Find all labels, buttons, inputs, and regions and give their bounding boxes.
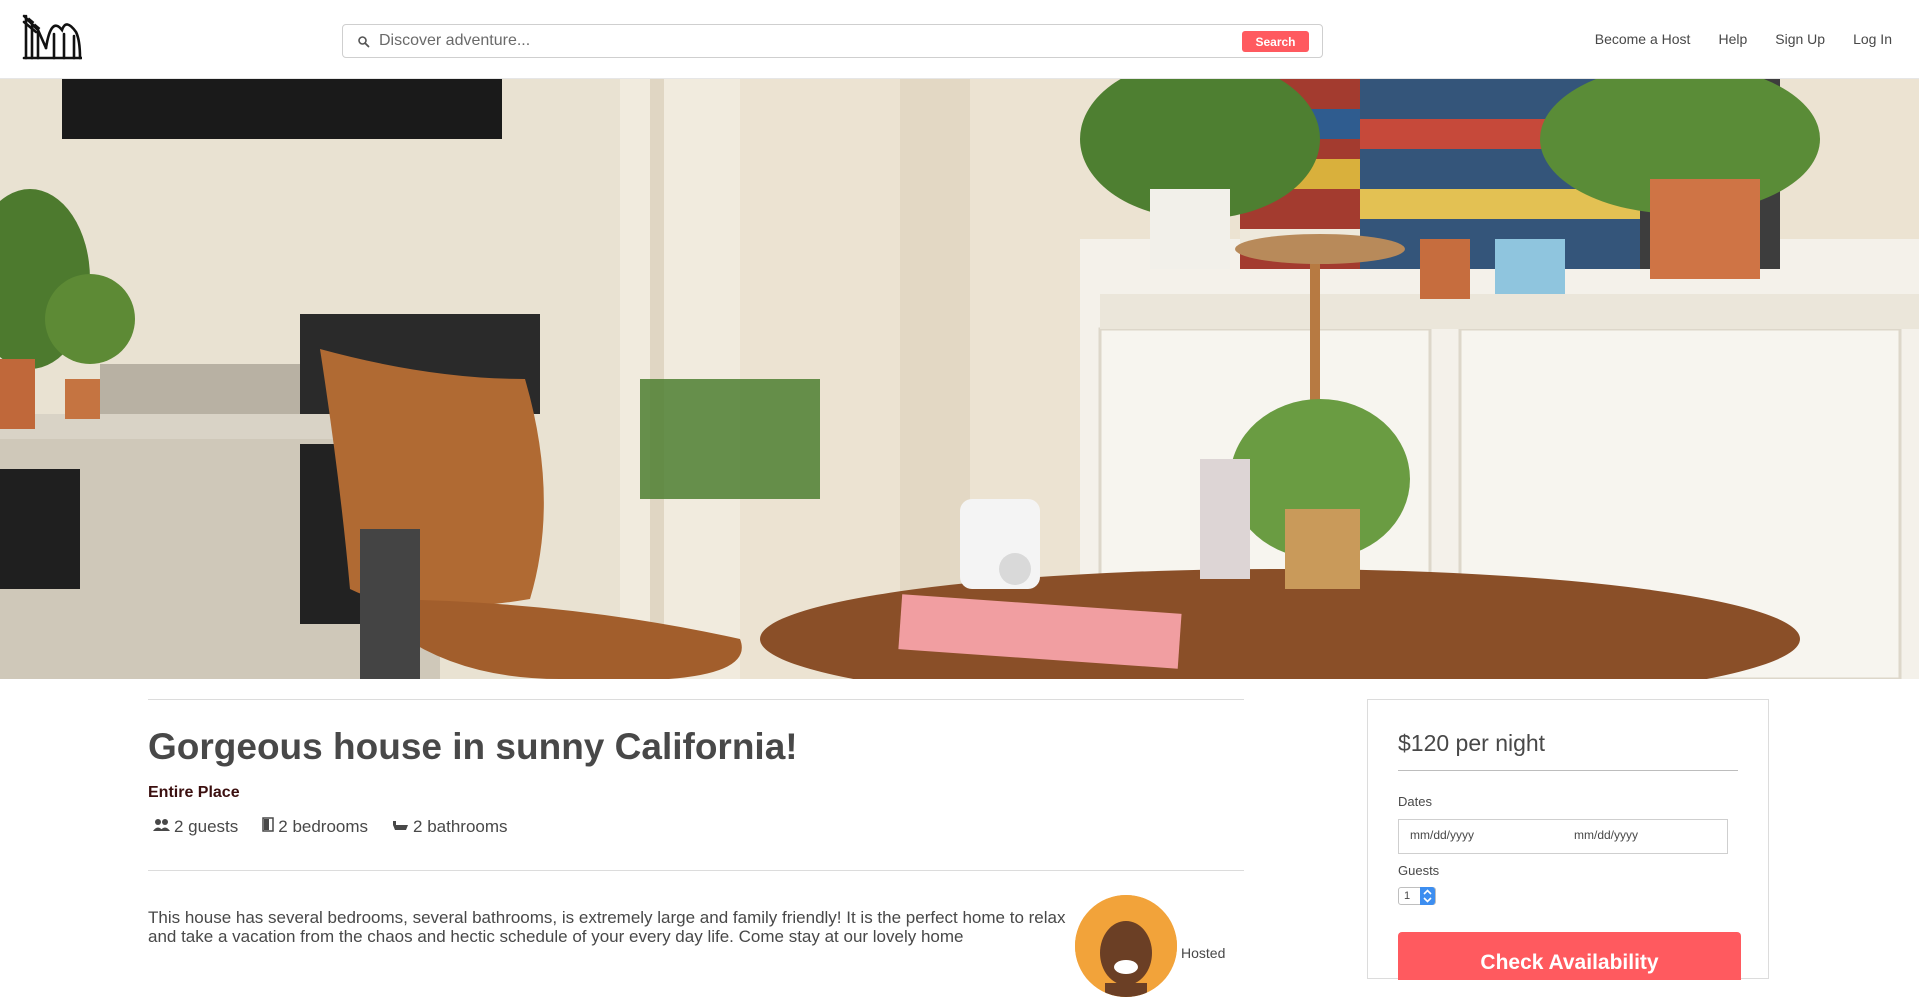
host-avatar[interactable] — [1075, 895, 1177, 997]
amenity-guests: 2 guests — [153, 817, 238, 837]
become-a-host-link[interactable]: Become a Host — [1595, 31, 1691, 47]
listing-title: Gorgeous house in sunny California! — [148, 726, 798, 767]
amenities-row: 2 guests 2 bedrooms 2 bathrooms — [153, 817, 532, 837]
divider — [1398, 770, 1738, 771]
bathtub-icon — [392, 817, 413, 837]
check-in-date-input[interactable]: mm/dd/yyyy — [1410, 828, 1474, 842]
check-out-date-input[interactable]: mm/dd/yyyy — [1574, 828, 1638, 842]
amenity-label: 2 guests — [174, 817, 239, 836]
stepper-arrows-icon[interactable] — [1420, 887, 1435, 905]
booking-card: $120 per night Dates mm/dd/yyyy mm/dd/yy… — [1367, 699, 1769, 980]
header-nav: Become a Host Help Sign Up Log In — [1567, 31, 1892, 47]
listing-description: This house has several bedrooms, several… — [148, 908, 1066, 946]
divider — [148, 870, 1244, 871]
divider — [148, 699, 1244, 700]
log-in-link[interactable]: Log In — [1853, 31, 1892, 47]
guests-select[interactable]: 1 — [1398, 887, 1436, 905]
guests-label: Guests — [1398, 863, 1440, 878]
search-button[interactable]: Search — [1242, 31, 1309, 52]
hosted-by-label: Hosted — [1181, 945, 1226, 961]
check-availability-button[interactable]: Check Availability — [1398, 932, 1741, 980]
guests-value: 1 — [1404, 890, 1411, 902]
dates-label: Dates — [1398, 794, 1432, 809]
help-link[interactable]: Help — [1718, 31, 1747, 47]
search-bar: Search — [342, 24, 1323, 58]
hero-photo — [0, 79, 1919, 679]
sign-up-link[interactable]: Sign Up — [1775, 31, 1825, 47]
search-input[interactable] — [379, 27, 1249, 55]
roller-coaster-logo-icon[interactable] — [20, 10, 84, 62]
amenity-bedrooms: 2 bedrooms — [262, 817, 368, 837]
place-type-label: Entire Place — [148, 784, 240, 801]
price-per-night: $120 per night — [1398, 730, 1546, 756]
amenity-bathrooms: 2 bathrooms — [392, 817, 508, 837]
amenity-label: 2 bathrooms — [413, 817, 508, 836]
users-icon — [153, 817, 174, 837]
amenity-label: 2 bedrooms — [278, 817, 369, 836]
door-icon — [262, 817, 278, 837]
top-navigation-bar: Search Become a Host Help Sign Up Log In — [0, 0, 1919, 79]
search-icon — [357, 35, 371, 49]
dates-field: mm/dd/yyyy mm/dd/yyyy — [1398, 819, 1728, 854]
